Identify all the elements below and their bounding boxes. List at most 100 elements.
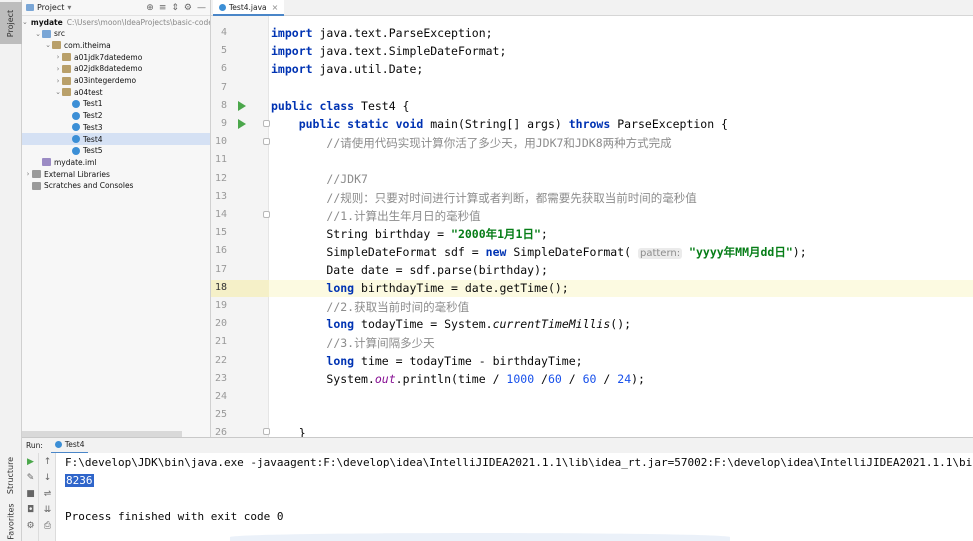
code-line[interactable]: //请使用代码实现计算你活了多少天，用JDK7和JDK8两种方式完成 bbox=[271, 135, 971, 151]
arrow-up-icon[interactable]: ↑ bbox=[42, 457, 53, 468]
line-number: 19 bbox=[214, 300, 227, 311]
line-number: 16 bbox=[214, 245, 227, 257]
chevron-down-icon[interactable]: ▾ bbox=[67, 3, 71, 12]
code-line[interactable]: Date date = sdf.parse(birthday); bbox=[271, 263, 971, 277]
line-number: 4 bbox=[220, 27, 227, 38]
stop-icon[interactable]: ■ bbox=[25, 489, 36, 500]
code-line[interactable]: long time = todayTime - birthdayTime; bbox=[271, 354, 971, 368]
code-line[interactable]: //1.计算出生年月日的毫秒值 bbox=[271, 208, 971, 224]
console-output-line: 8236 bbox=[65, 474, 94, 487]
editor-tab-test4[interactable]: Test4.java × bbox=[213, 0, 285, 16]
class-icon bbox=[72, 135, 80, 143]
code-line[interactable]: import java.text.ParseException; bbox=[271, 26, 971, 40]
tree-item-label: a01jdk7datedemo bbox=[74, 52, 143, 62]
expand-icon[interactable]: ⇕ bbox=[171, 3, 179, 13]
fold-icon[interactable] bbox=[263, 428, 270, 435]
code-line[interactable]: //规则：只要对时间进行计算或者判断，都需要先获取当前时间的毫秒值 bbox=[271, 190, 971, 206]
line-number: 25 bbox=[214, 409, 227, 421]
rerun-icon[interactable]: ▶ bbox=[25, 457, 36, 468]
run-tab-test4[interactable]: Test4 bbox=[50, 438, 89, 454]
arrow-down-icon[interactable]: ↓ bbox=[42, 473, 53, 484]
tree-item[interactable]: › a01jdk7datedemo bbox=[22, 51, 210, 63]
tree-item[interactable]: Test2 bbox=[22, 110, 210, 122]
code-line[interactable]: //3.计算间隔多少天 bbox=[271, 335, 971, 351]
project-icon bbox=[26, 4, 34, 11]
package-icon bbox=[52, 41, 61, 50]
ide-window: Project Structure Favorites Project ▾ ⊕ … bbox=[0, 0, 973, 541]
tree-item-label: mydate bbox=[30, 17, 63, 27]
fold-icon[interactable] bbox=[263, 211, 270, 218]
gear-icon[interactable]: ⚙ bbox=[184, 3, 192, 13]
collapse-all-icon[interactable]: ≡ bbox=[159, 3, 167, 13]
tree-item-label: a04test bbox=[74, 87, 103, 97]
code-line[interactable]: import java.text.SimpleDateFormat; bbox=[271, 44, 971, 58]
line-number: 8 bbox=[220, 99, 227, 111]
tree-item-label: mydate.iml bbox=[54, 157, 97, 167]
chevron-right-icon[interactable]: › bbox=[24, 170, 32, 178]
tree-item[interactable]: mydate.iml bbox=[22, 156, 210, 168]
tree-item[interactable]: ⌄ src bbox=[22, 28, 210, 40]
chevron-down-icon[interactable]: ⌄ bbox=[34, 30, 42, 38]
class-icon bbox=[219, 3, 226, 11]
console-command-line: F:\develop\JDK\bin\java.exe -javaagent:F… bbox=[65, 456, 973, 469]
chevron-down-icon[interactable]: ⌄ bbox=[44, 41, 52, 49]
fold-icon[interactable] bbox=[263, 138, 270, 145]
tree-item-label: External Libraries bbox=[44, 169, 110, 179]
line-number: 22 bbox=[214, 354, 227, 366]
chevron-right-icon[interactable]: › bbox=[54, 77, 62, 85]
tree-item[interactable]: ⌄ com.itheima bbox=[22, 39, 210, 51]
tree-item[interactable]: ⌄ mydate C:\Users\moon\IdeaProjects\basic-… bbox=[22, 16, 210, 28]
code-line[interactable]: System.out.println(time / 1000 /60 / 60 … bbox=[271, 372, 971, 386]
tree-item[interactable]: Test5 bbox=[22, 145, 210, 157]
settings-icon[interactable]: ⚙ bbox=[25, 521, 36, 532]
tree-item[interactable]: › a03integerdemo bbox=[22, 75, 210, 87]
run-class-icon[interactable] bbox=[238, 101, 248, 111]
soft-wrap-icon[interactable]: ⇌ bbox=[42, 489, 53, 500]
chevron-down-icon[interactable]: ⌄ bbox=[54, 88, 62, 96]
tree-item-label: com.itheima bbox=[64, 40, 111, 50]
scroll-to-end-icon[interactable]: ⇊ bbox=[42, 505, 53, 516]
locate-icon[interactable]: ⊕ bbox=[146, 3, 154, 13]
class-icon bbox=[72, 123, 80, 132]
console-exit-message: Process finished with exit code 0 bbox=[65, 510, 284, 523]
close-icon[interactable]: × bbox=[272, 3, 279, 12]
minimize-icon[interactable]: — bbox=[197, 3, 206, 13]
left-tool-strip: Project Structure Favorites bbox=[0, 0, 22, 541]
tree-item-label: Scratches and Consoles bbox=[44, 181, 134, 191]
print-icon[interactable]: ⎙ bbox=[42, 521, 53, 532]
tree-item[interactable]: ⌄ a04test bbox=[22, 86, 210, 98]
code-line[interactable]: //JDK7 bbox=[271, 172, 971, 186]
code-line[interactable]: //2.获取当前时间的毫秒值 bbox=[271, 299, 971, 315]
tree-item[interactable]: Test1 bbox=[22, 98, 210, 110]
code-line[interactable]: SimpleDateFormat sdf = new SimpleDateFor… bbox=[271, 244, 971, 260]
chevron-down-icon[interactable]: ⌄ bbox=[22, 18, 28, 26]
run-tab-label: Test4 bbox=[64, 440, 85, 449]
wrench-icon[interactable]: ✎ bbox=[25, 473, 36, 484]
tree-item[interactable]: Scratches and Consoles bbox=[22, 180, 210, 192]
code-line[interactable]: import java.util.Date; bbox=[271, 62, 971, 76]
tree-item-label: Test1 bbox=[83, 99, 103, 109]
code-line[interactable]: String birthday = "2000年1月1日"; bbox=[271, 226, 971, 242]
code-line[interactable]: long birthdayTime = date.getTime(); bbox=[271, 281, 971, 295]
chevron-right-icon[interactable]: › bbox=[54, 53, 62, 61]
project-tool-tab[interactable]: Project bbox=[0, 2, 22, 44]
chevron-right-icon[interactable]: › bbox=[54, 65, 62, 73]
tree-item[interactable]: › a02jdk8datedemo bbox=[22, 63, 210, 75]
line-number: 24 bbox=[214, 391, 227, 402]
structure-tool-tab[interactable]: Structure bbox=[0, 452, 22, 498]
fold-icon[interactable] bbox=[263, 120, 270, 127]
tree-item-label: Test5 bbox=[83, 146, 103, 156]
tree-item[interactable]: Test4 bbox=[22, 133, 210, 145]
editor-tab-label: Test4.java bbox=[229, 2, 267, 12]
code-line[interactable]: public static void main(String[] args) t… bbox=[271, 117, 971, 131]
tree-item[interactable]: › External Libraries bbox=[22, 168, 210, 180]
code-line[interactable]: public class Test4 { bbox=[271, 99, 971, 113]
project-panel-title[interactable]: Project bbox=[37, 3, 64, 12]
code-line[interactable]: long todayTime = System.currentTimeMilli… bbox=[271, 317, 971, 331]
run-main-icon[interactable] bbox=[238, 119, 248, 129]
tree-item[interactable]: Test3 bbox=[22, 121, 210, 133]
program-output-value[interactable]: 8236 bbox=[65, 474, 94, 487]
package-icon bbox=[62, 76, 71, 85]
favorites-tool-tab[interactable]: Favorites bbox=[0, 502, 22, 540]
camera-icon[interactable]: ◘ bbox=[25, 505, 36, 516]
